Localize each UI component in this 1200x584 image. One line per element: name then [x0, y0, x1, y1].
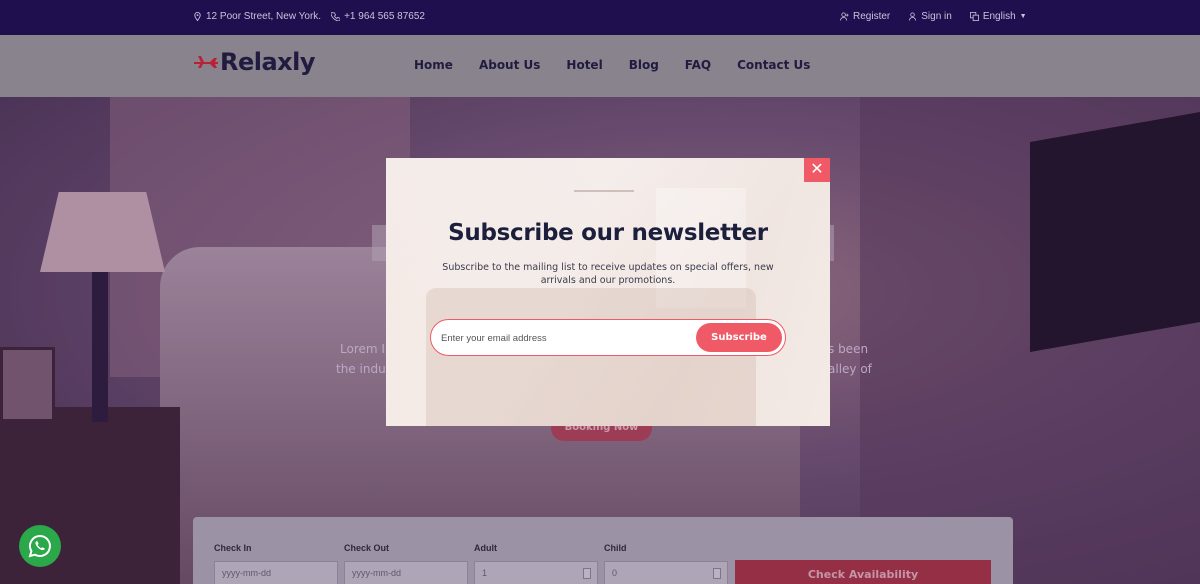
modal-title: Subscribe our newsletter: [448, 220, 768, 246]
whatsapp-button[interactable]: [19, 525, 61, 567]
phone-item[interactable]: +1 964 565 87652: [331, 11, 425, 22]
register-link[interactable]: Register: [840, 11, 890, 22]
user-icon: [909, 12, 917, 21]
whatsapp-icon: [28, 534, 51, 558]
email-field[interactable]: [441, 328, 681, 348]
language-selector[interactable]: English ▼: [969, 11, 1027, 22]
modal-bg-bed: [426, 288, 756, 426]
phone-text: +1 964 565 87652: [344, 11, 425, 22]
account-links: Register Sign in English ▼: [840, 11, 1027, 22]
subscribe-form: Subscribe: [430, 319, 786, 356]
modal-bg-chandelier: [574, 162, 634, 192]
close-button[interactable]: ✕: [804, 158, 830, 182]
top-bar: 12 Poor Street, New York. +1 964 565 876…: [0, 0, 1200, 35]
subscribe-button[interactable]: Subscribe: [696, 323, 782, 352]
user-plus-icon: [840, 12, 849, 21]
contact-info: 12 Poor Street, New York. +1 964 565 876…: [193, 11, 425, 22]
phone-icon: [331, 12, 341, 21]
address-item: 12 Poor Street, New York.: [193, 11, 321, 22]
address-text: 12 Poor Street, New York.: [206, 11, 322, 22]
signin-link[interactable]: Sign in: [908, 11, 952, 22]
register-label: Register: [853, 11, 891, 22]
location-pin-icon: [194, 12, 201, 21]
caret-down-icon: ▼: [1019, 13, 1027, 20]
translate-icon: [969, 12, 979, 21]
modal-description: Subscribe to the mailing list to receive…: [442, 262, 774, 286]
newsletter-modal: ✕ Subscribe our newsletter Subscribe to …: [386, 158, 830, 426]
signin-label: Sign in: [921, 11, 952, 22]
language-label: English: [982, 11, 1016, 22]
